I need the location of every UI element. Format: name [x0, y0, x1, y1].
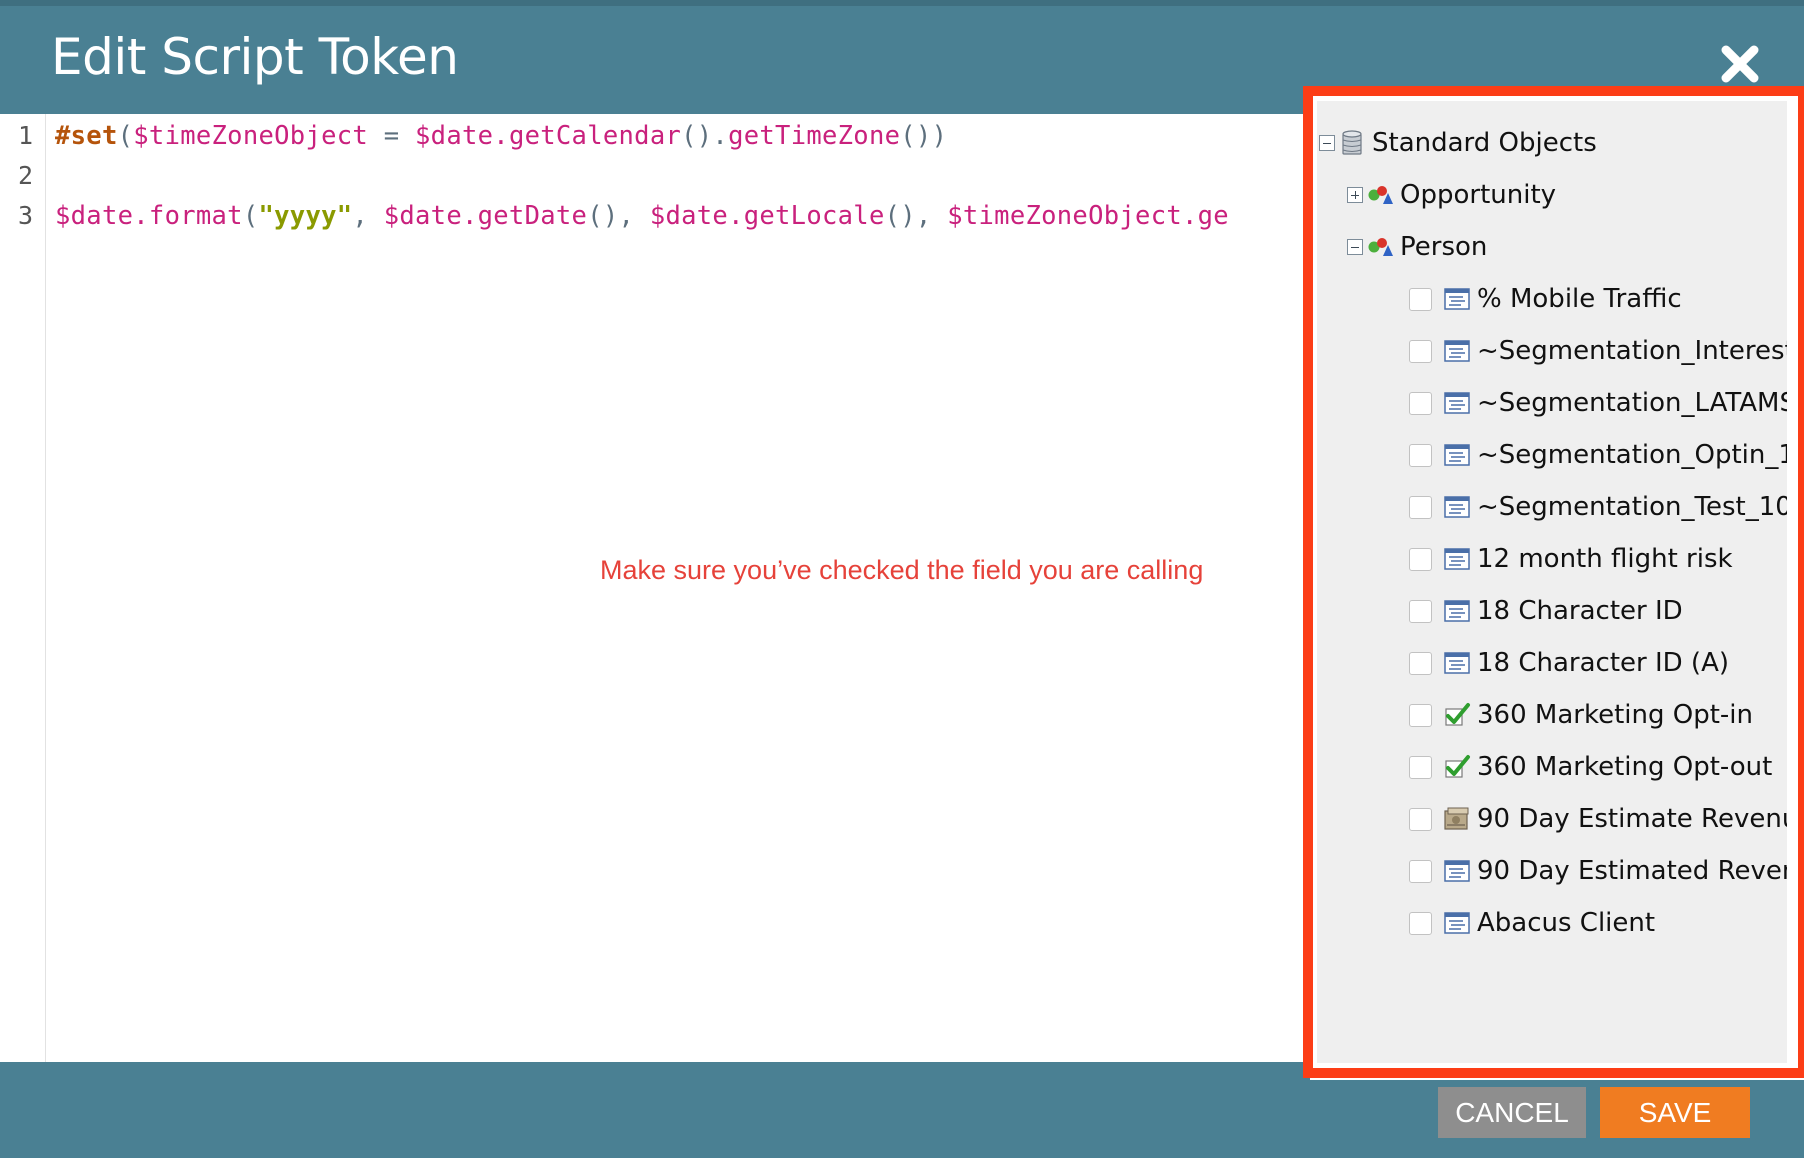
- line-number: 1: [17, 121, 33, 150]
- field-icon: [1444, 912, 1470, 934]
- field-checkbox[interactable]: [1409, 443, 1432, 467]
- field-item[interactable]: Abacus Client: [1409, 903, 1655, 943]
- field-label: 18 Character ID (A): [1477, 648, 1730, 678]
- tree-node-opportunity[interactable]: Opportunity: [1347, 175, 1556, 215]
- field-label: ~Segmentation_Interest_1: [1477, 336, 1787, 366]
- tree-node-person[interactable]: Person: [1347, 227, 1487, 267]
- field-label: 90 Day Estimated Revenue: [1477, 856, 1787, 886]
- object-icon: [1368, 186, 1393, 204]
- code-token: =: [368, 121, 416, 151]
- code-token: (: [242, 201, 259, 231]
- code-editor[interactable]: 1 2 3 #set($timeZoneObject = $date.getCa…: [0, 114, 1316, 1062]
- field-label: Abacus Client: [1477, 908, 1656, 938]
- field-label: ~Segmentation_Test_1035: [1477, 492, 1787, 522]
- close-icon[interactable]: [1716, 40, 1764, 88]
- field-checkbox[interactable]: [1409, 755, 1432, 779]
- field-item[interactable]: 18 Character ID: [1409, 591, 1683, 631]
- expand-icon[interactable]: [1347, 187, 1363, 203]
- tree-node-label: Person: [1400, 232, 1488, 262]
- field-item[interactable]: 360 Marketing Opt-in: [1409, 695, 1753, 735]
- field-item[interactable]: % Mobile Traffic: [1409, 279, 1682, 319]
- field-checkbox[interactable]: [1409, 339, 1432, 363]
- collapse-icon[interactable]: [1319, 135, 1335, 151]
- line-number: 2: [17, 161, 33, 190]
- currency-icon: [1444, 807, 1469, 830]
- code-token: ,: [352, 201, 384, 231]
- field-icon: [1444, 444, 1470, 466]
- field-label: 90 Day Estimate Revenue: [1477, 804, 1787, 834]
- code-token: $date.format: [55, 201, 243, 231]
- field-item[interactable]: 360 Marketing Opt-out: [1409, 747, 1772, 787]
- field-checkbox[interactable]: [1409, 599, 1432, 623]
- field-item[interactable]: 18 Character ID (A): [1409, 643, 1729, 683]
- field-icon: [1444, 392, 1470, 414]
- code-line-1[interactable]: #set($timeZoneObject = $date.getCalendar…: [55, 121, 1300, 151]
- code-token: ().: [681, 121, 729, 151]
- field-label: ~Segmentation_LATAMSeg: [1477, 388, 1787, 418]
- field-item[interactable]: 12 month flight risk: [1409, 539, 1733, 579]
- code-token: #set: [55, 121, 118, 151]
- field-checkbox[interactable]: [1409, 859, 1432, 883]
- line-number: 3: [17, 201, 33, 230]
- code-token: $date.getDate: [383, 201, 588, 231]
- field-label: 360 Marketing Opt-out: [1477, 752, 1773, 782]
- field-checkbox[interactable]: [1409, 391, 1432, 415]
- field-item[interactable]: 90 Day Estimated Revenue: [1409, 851, 1787, 891]
- annotation-note: Make sure you’ve checked the field you a…: [600, 555, 1204, 585]
- field-item[interactable]: ~Segmentation_LATAMSeg: [1409, 383, 1787, 423]
- field-checkbox[interactable]: [1409, 495, 1432, 519]
- code-token: $timeZoneObject: [133, 121, 369, 151]
- boolean-check-icon: [1445, 755, 1470, 778]
- code-token: $date.getLocale: [649, 201, 885, 231]
- field-item[interactable]: 90 Day Estimate Revenue: [1409, 799, 1787, 839]
- save-button[interactable]: SAVE: [1600, 1087, 1750, 1138]
- code-token: (: [117, 121, 134, 151]
- boolean-check-icon: [1445, 703, 1470, 726]
- field-item[interactable]: ~Segmentation_Interest_1: [1409, 331, 1787, 371]
- object-icon: [1368, 238, 1393, 256]
- tree-node-label: Standard Objects: [1372, 128, 1597, 158]
- field-icon: [1444, 600, 1470, 622]
- field-label: 18 Character ID: [1477, 596, 1683, 626]
- line-number-gutter: 1 2 3: [0, 114, 46, 1062]
- collapse-icon[interactable]: [1347, 239, 1363, 255]
- field-label: % Mobile Traffic: [1477, 284, 1682, 314]
- field-checkbox[interactable]: [1409, 807, 1432, 831]
- field-item[interactable]: ~Segmentation_Test_1035: [1409, 487, 1787, 527]
- code-line-3[interactable]: $date.format("yyyy", $date.getDate(), $d…: [55, 201, 1300, 231]
- field-checkbox[interactable]: [1409, 703, 1432, 727]
- code-token: (),: [587, 201, 650, 231]
- field-checkbox[interactable]: [1409, 287, 1432, 311]
- code-token: (),: [884, 201, 948, 231]
- code-token: $timeZoneObject.ge: [947, 201, 1229, 231]
- field-icon: [1444, 860, 1470, 882]
- dialog-title: Edit Script Token: [51, 28, 459, 86]
- field-icon: [1444, 288, 1470, 310]
- code-token: ()): [900, 121, 948, 151]
- database-icon: [1342, 130, 1362, 155]
- code-token: getTimeZone: [728, 121, 901, 151]
- field-label: 12 month flight risk: [1477, 544, 1733, 574]
- field-label: 360 Marketing Opt-in: [1477, 700, 1753, 730]
- field-checkbox[interactable]: [1409, 651, 1432, 675]
- field-checkbox[interactable]: [1409, 911, 1432, 935]
- code-token: "yyyy": [258, 201, 353, 231]
- background-strip: [0, 0, 1804, 6]
- tree-node-label: Opportunity: [1400, 180, 1557, 210]
- field-icon: [1444, 652, 1470, 674]
- field-checkbox[interactable]: [1409, 547, 1432, 571]
- field-label: ~Segmentation_Optin_100: [1477, 440, 1787, 470]
- field-tree[interactable]: Standard Objects Opportunity Person % Mo…: [1317, 101, 1787, 1063]
- cancel-button[interactable]: CANCEL: [1438, 1087, 1586, 1138]
- field-icon: [1444, 496, 1470, 518]
- code-token: $date.getCalendar: [415, 121, 682, 151]
- field-item[interactable]: ~Segmentation_Optin_100: [1409, 435, 1787, 475]
- tree-node-standard-objects[interactable]: Standard Objects: [1319, 123, 1597, 163]
- field-icon: [1444, 548, 1470, 570]
- field-icon: [1444, 340, 1470, 362]
